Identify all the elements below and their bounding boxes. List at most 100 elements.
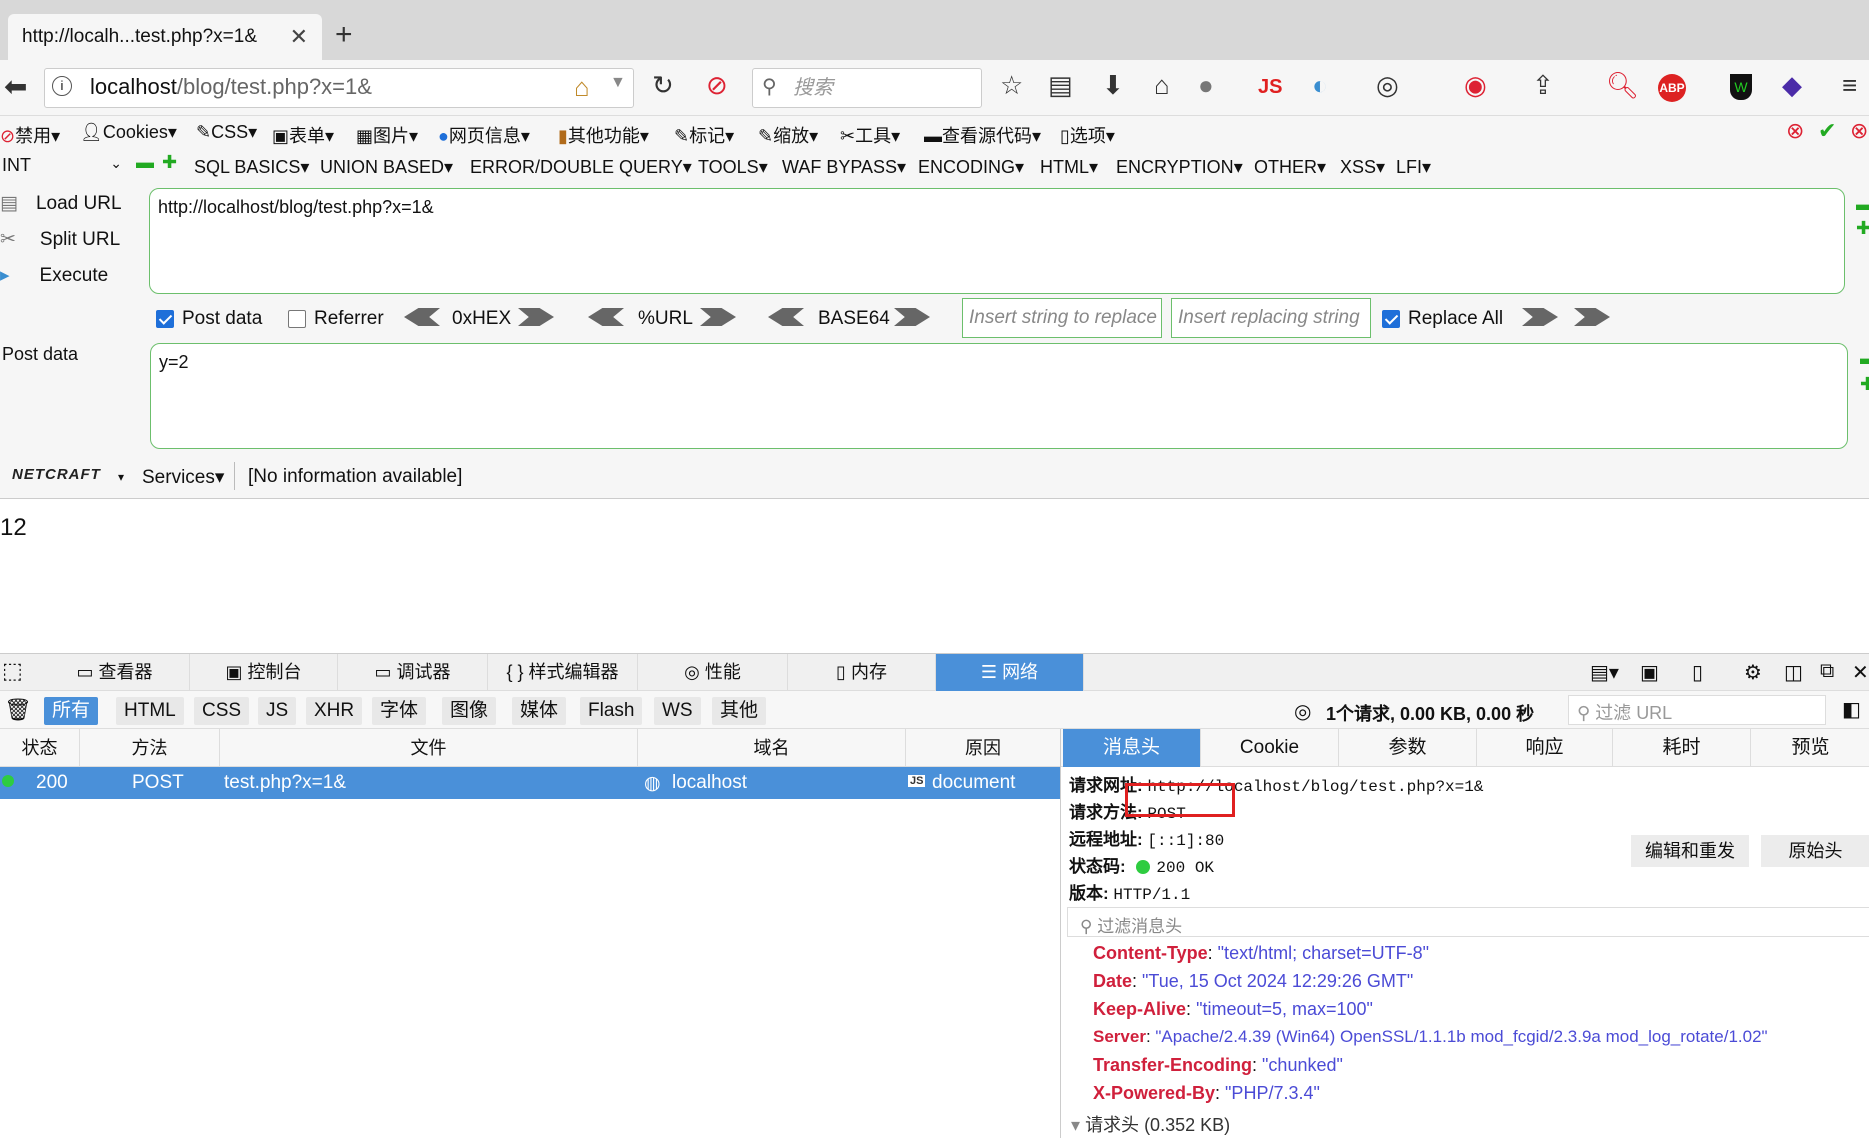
- menu-images[interactable]: ▦图片▾: [356, 122, 418, 148]
- reading-list-icon[interactable]: ▤: [1048, 70, 1073, 101]
- post-data-textarea[interactable]: y=2: [150, 343, 1848, 449]
- filter-flash[interactable]: Flash: [580, 697, 643, 725]
- responsive-icon[interactable]: ▯: [1692, 660, 1703, 685]
- dock-side-icon[interactable]: ◫: [1784, 660, 1803, 685]
- tab-params[interactable]: 参数: [1339, 729, 1477, 767]
- zoom-icon[interactable]: 🔍︎: [1606, 70, 1639, 101]
- col-domain[interactable]: 域名: [638, 729, 906, 767]
- post-data-checkbox[interactable]: Post data: [156, 308, 262, 330]
- cube-icon[interactable]: ◆: [1782, 70, 1802, 101]
- post-minus-icon[interactable]: ▬: [1860, 348, 1869, 369]
- tab-debugger[interactable]: ▭ 调试器: [338, 654, 488, 691]
- info-icon[interactable]: i: [52, 76, 72, 96]
- plus-icon[interactable]: ✚: [162, 152, 177, 173]
- tab-preview[interactable]: 预览: [1751, 729, 1869, 767]
- url-plus-icon[interactable]: ✚: [1856, 218, 1869, 239]
- adblock-icon[interactable]: ABP: [1658, 74, 1686, 102]
- menu-options[interactable]: ▯选项▾: [1060, 122, 1115, 148]
- split-console-icon[interactable]: ▣: [1640, 660, 1659, 685]
- replace-all-check[interactable]: [1382, 310, 1400, 328]
- col-status[interactable]: 状态: [0, 729, 80, 767]
- tab-memory[interactable]: ▯ 内存: [788, 654, 936, 691]
- replace-with-input[interactable]: Insert replacing string: [1171, 298, 1371, 338]
- close-tab-icon[interactable]: ✕: [290, 24, 308, 50]
- post-data-check[interactable]: [156, 310, 174, 328]
- menu-encoding[interactable]: ENCODING▾: [918, 157, 1024, 178]
- post-plus-icon[interactable]: ✚: [1860, 374, 1869, 395]
- js-toggle-icon[interactable]: JS: [1258, 76, 1282, 99]
- filter-other[interactable]: 其他: [712, 697, 767, 725]
- filter-headers-input[interactable]: ⚲ 过滤消息头: [1067, 907, 1869, 937]
- filter-js[interactable]: JS: [258, 697, 297, 725]
- menu-lfi[interactable]: LFI▾: [1396, 157, 1431, 178]
- chevron-down-icon[interactable]: ▼: [610, 74, 626, 92]
- filter-html[interactable]: HTML: [116, 697, 184, 725]
- raw-headers-button[interactable]: 原始头: [1761, 835, 1869, 867]
- split-url-button[interactable]: ✂ Split URL: [0, 228, 120, 251]
- menu-union-based[interactable]: UNION BASED▾: [320, 157, 453, 178]
- netcraft-dropdown-icon[interactable]: ▾: [118, 470, 124, 484]
- share-icon[interactable]: ⇪: [1532, 70, 1554, 101]
- url-textarea[interactable]: http://localhost/blog/test.php?x=1&: [149, 188, 1845, 294]
- filter-fonts[interactable]: 字体: [372, 697, 427, 725]
- menu-html[interactable]: HTML▾: [1040, 157, 1098, 178]
- col-method[interactable]: 方法: [80, 729, 220, 767]
- url-encode-arrow[interactable]: [700, 308, 736, 326]
- menu-icon[interactable]: ≡: [1842, 70, 1857, 101]
- menu-tools-hb[interactable]: TOOLS▾: [698, 157, 768, 178]
- toggle-panel-icon[interactable]: ◧: [1842, 697, 1861, 722]
- translate-icon[interactable]: ◐: [1312, 70, 1328, 101]
- tab-network[interactable]: ☰ 网络: [936, 654, 1084, 691]
- tab-response[interactable]: 响应: [1477, 729, 1613, 767]
- menu-css[interactable]: ✎CSS▾: [196, 122, 257, 143]
- replace-all-checkbox[interactable]: Replace All: [1382, 308, 1503, 330]
- error-icon[interactable]: ⊗: [1786, 118, 1804, 144]
- palette-icon[interactable]: ◎: [1376, 70, 1399, 101]
- replace-apply-arrow[interactable]: [1522, 308, 1558, 326]
- execute-button[interactable]: ▸ Execute: [0, 264, 108, 287]
- tab-inspector[interactable]: ▭ 查看器: [40, 654, 190, 691]
- replace-apply-all-arrow[interactable]: [1574, 308, 1610, 326]
- settings-icon[interactable]: ⚙: [1744, 660, 1762, 685]
- pick-element-icon[interactable]: ⬚: [2, 658, 23, 684]
- load-url-button[interactable]: ▤ Load URL: [0, 192, 122, 215]
- filter-url-input[interactable]: ⚲ 过滤 URL: [1568, 695, 1826, 725]
- tab-cookies[interactable]: Cookie: [1201, 729, 1339, 767]
- menu-sql-basics[interactable]: SQL BASICS▾: [194, 157, 309, 178]
- netcraft-logo[interactable]: NETCRAFT: [12, 466, 101, 483]
- globe-icon[interactable]: ●: [1198, 70, 1214, 101]
- menu-forms[interactable]: ▣表单▾: [272, 122, 334, 148]
- filter-ws[interactable]: WS: [654, 697, 701, 725]
- menu-view-source[interactable]: ▬查看源代码▾: [924, 122, 1041, 148]
- edit-resend-button[interactable]: 编辑和重发: [1631, 835, 1749, 867]
- referrer-checkbox[interactable]: Referrer: [288, 308, 384, 330]
- tab-timings[interactable]: 耗时: [1613, 729, 1751, 767]
- home-icon[interactable]: ⌂: [1154, 70, 1170, 101]
- minus-icon[interactable]: ▬: [136, 152, 154, 173]
- referrer-check[interactable]: [288, 310, 306, 328]
- tab-headers[interactable]: 消息头: [1063, 729, 1201, 767]
- shield-icon[interactable]: W: [1730, 74, 1752, 100]
- menu-waf-bypass[interactable]: WAF BYPASS▾: [782, 157, 906, 178]
- search-input[interactable]: 搜索: [752, 68, 982, 108]
- trash-icon[interactable]: 🗑︎: [4, 697, 32, 723]
- tab-style-editor[interactable]: { } 样式编辑器: [488, 654, 638, 691]
- filter-xhr[interactable]: XHR: [306, 697, 363, 725]
- menu-disable[interactable]: ⊘禁用▾: [0, 122, 60, 148]
- filter-media[interactable]: 媒体: [512, 697, 567, 725]
- hex-encode-arrow[interactable]: [518, 308, 554, 326]
- tab-console[interactable]: ▣ 控制台: [190, 654, 338, 691]
- type-select[interactable]: INT ⌄: [2, 155, 122, 176]
- menu-error-double-query[interactable]: ERROR/DOUBLE QUERY▾: [470, 157, 692, 178]
- replace-search-input[interactable]: Insert string to replace: [962, 298, 1162, 338]
- block-icon[interactable]: ⊘: [706, 70, 728, 101]
- filter-css[interactable]: CSS: [194, 697, 250, 725]
- col-cause[interactable]: 原因: [906, 729, 1060, 767]
- url-text[interactable]: localhost/blog/test.php?x=1&: [90, 74, 372, 100]
- new-tab-icon[interactable]: +: [335, 18, 353, 52]
- bookmark-star-icon[interactable]: ☆: [1000, 70, 1023, 101]
- browser-tab[interactable]: http://localh...test.php?x=1& ✕: [8, 14, 322, 60]
- menu-misc[interactable]: ▮其他功能▾: [558, 122, 649, 148]
- table-row[interactable]: 200 POST test.php?x=1& ◍ localhost JS do…: [0, 767, 1060, 799]
- base64-encode-arrow[interactable]: [894, 308, 930, 326]
